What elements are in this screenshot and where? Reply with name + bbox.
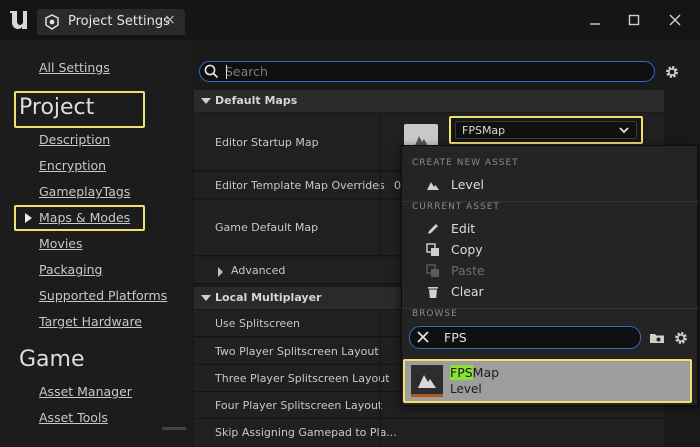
property-label: Editor Template Map Overrides	[215, 179, 385, 192]
pencil-icon	[428, 224, 438, 234]
browse-filter-input[interactable]: FPS	[444, 330, 467, 345]
property-label: Three Player Splitscreen Layout	[215, 372, 390, 385]
advanced-label: Advanced	[231, 264, 286, 277]
tab-title: Project Settings	[68, 14, 170, 29]
project-section-header: Project	[19, 95, 95, 120]
sidebar-item-all-settings[interactable]: All Settings	[39, 60, 110, 75]
game-section-header: Game	[19, 347, 85, 372]
level-icon	[418, 375, 436, 388]
asset-type: Level	[450, 382, 482, 396]
asset-result-fpsmap[interactable]: FPSMap Level	[403, 359, 692, 403]
template-overrides-count: 0	[394, 179, 401, 192]
level-accent-bar	[411, 394, 443, 397]
paste-icon	[426, 264, 439, 277]
copy-icon	[426, 243, 439, 256]
menu-item-copy[interactable]: Copy	[426, 241, 676, 260]
menu-section-browse: BROWSE	[412, 309, 458, 319]
unreal-engine-logo-icon	[10, 11, 27, 29]
menu-item-paste[interactable]: Paste	[426, 262, 676, 281]
selected-arrow-icon	[25, 213, 32, 223]
startup-map-combobox[interactable]: FPSMap	[455, 121, 637, 139]
menu-item-new-level[interactable]: Level	[426, 176, 676, 195]
menu-item-label: Edit	[451, 221, 476, 236]
close-icon	[669, 14, 681, 26]
gear-icon[interactable]	[673, 330, 689, 346]
menu-item-label: Copy	[451, 242, 483, 257]
column-divider	[380, 419, 381, 446]
property-label: Skip Assigning Gamepad to Pla...	[215, 426, 397, 439]
sidebar-item-gameplaytags[interactable]: GameplayTags	[39, 184, 130, 199]
menu-section-current-asset: CURRENT ASSET	[412, 202, 500, 212]
column-divider	[380, 392, 381, 418]
property-label: Two Player Splitscreen Layout	[215, 345, 379, 358]
menu-item-clear[interactable]: Clear	[426, 283, 676, 302]
asset-picker-menu: CREATE NEW ASSET Level CURRENT ASSET Edi…	[401, 145, 699, 406]
search-icon	[204, 64, 219, 79]
text-caret	[226, 65, 227, 79]
asset-name-match: FPS	[450, 365, 473, 380]
section-label: Local Multiplayer	[215, 291, 322, 304]
property-label: Four Player Splitscreen Layout	[215, 399, 383, 412]
property-label: Editor Startup Map	[215, 136, 319, 149]
asset-thumbnail	[411, 365, 443, 397]
maximize-button[interactable]	[622, 8, 646, 32]
settings-cube-icon	[45, 14, 59, 30]
tab-project-settings[interactable]: Project Settings ×	[37, 9, 185, 35]
clear-filter-icon[interactable]	[416, 330, 430, 344]
sidebar-item-encryption[interactable]: Encryption	[39, 158, 106, 173]
menu-item-label: Clear	[451, 284, 484, 299]
collapse-arrow-icon	[201, 98, 211, 104]
title-bar: Project Settings ×	[0, 0, 700, 40]
sidebar-item-movies[interactable]: Movies	[39, 236, 83, 251]
gear-icon[interactable]	[664, 64, 680, 80]
column-divider	[380, 172, 381, 198]
sidebar-item-asset-tools[interactable]: Asset Tools	[39, 410, 108, 425]
sidebar-scrollbar[interactable]	[162, 427, 186, 430]
menu-item-label: Paste	[451, 263, 485, 278]
collapse-arrow-icon	[201, 295, 211, 301]
tab-close-icon[interactable]: ×	[164, 12, 176, 28]
column-divider	[380, 310, 381, 336]
asset-name: FPSMap	[450, 365, 499, 380]
column-divider	[380, 365, 381, 391]
row-skip-assigning-gamepad: Skip Assigning Gamepad to Pla...	[194, 419, 664, 447]
startup-map-combo-highlight[interactable]: FPSMap	[449, 116, 643, 144]
sidebar-item-packaging[interactable]: Packaging	[39, 262, 102, 277]
combo-selected-value: FPSMap	[462, 124, 506, 137]
sidebar-item-target-hardware[interactable]: Target Hardware	[39, 314, 142, 329]
sidebar-item-description[interactable]: Description	[39, 132, 110, 147]
menu-item-edit[interactable]: Edit	[426, 220, 676, 239]
search-input[interactable]	[225, 63, 645, 80]
sidebar-item-asset-manager[interactable]: Asset Manager	[39, 384, 132, 399]
folder-icon[interactable]	[649, 330, 665, 346]
section-label: Default Maps	[215, 94, 298, 107]
browse-filter-box[interactable]: FPS	[409, 326, 641, 349]
section-default-maps[interactable]: Default Maps	[194, 90, 664, 112]
chevron-down-icon	[619, 127, 629, 134]
column-divider	[380, 200, 381, 255]
minimize-icon	[590, 23, 600, 25]
property-label: Use Splitscreen	[215, 317, 301, 330]
trash-icon	[428, 287, 438, 298]
settings-search-box[interactable]	[199, 61, 655, 82]
close-window-button[interactable]	[663, 8, 687, 32]
column-divider	[380, 338, 381, 364]
level-icon	[427, 182, 439, 190]
maximize-icon	[628, 14, 640, 26]
column-divider	[380, 113, 381, 170]
expand-arrow-icon	[218, 267, 223, 277]
asset-name-rest: Map	[472, 365, 500, 380]
menu-item-label: Level	[451, 177, 484, 192]
menu-section-create-new-asset: CREATE NEW ASSET	[412, 158, 519, 168]
property-label: Game Default Map	[215, 221, 319, 234]
sidebar-item-supported-platforms[interactable]: Supported Platforms	[39, 288, 167, 303]
sidebar-item-maps-and-modes[interactable]: Maps & Modes	[39, 210, 130, 225]
minimize-button[interactable]	[583, 8, 607, 32]
